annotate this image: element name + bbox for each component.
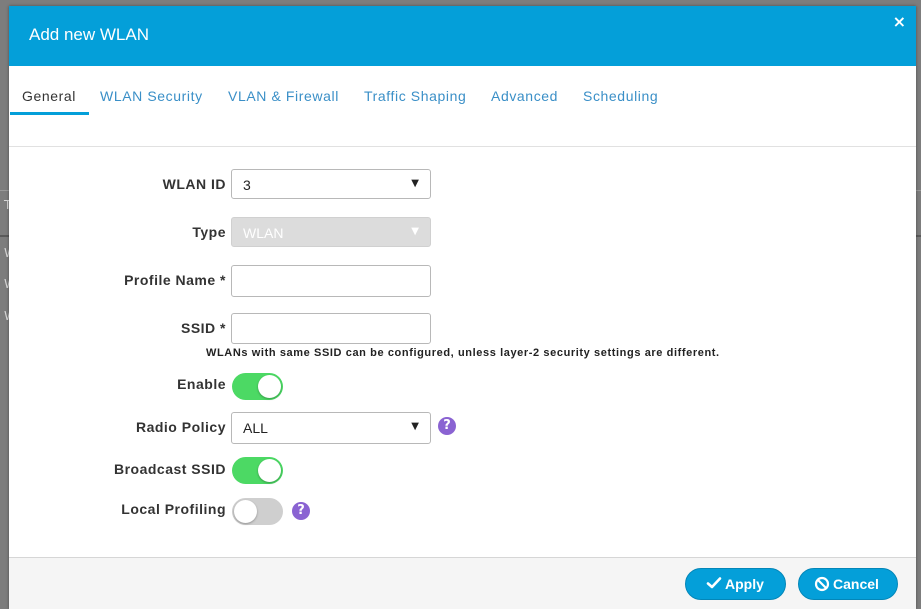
dialog-footer: Apply Cancel xyxy=(9,557,916,609)
local-profiling-help-icon[interactable]: ? xyxy=(292,502,310,520)
cancel-button[interactable]: Cancel xyxy=(798,568,898,600)
caret-down-icon: ▼ xyxy=(411,178,419,189)
broadcast-ssid-toggle[interactable] xyxy=(232,457,283,484)
profile-name-label: Profile Name * xyxy=(124,272,226,288)
caret-down-icon: ▼ xyxy=(411,421,419,432)
wlan-id-value: 3 xyxy=(243,177,251,193)
type-value: WLAN xyxy=(243,225,284,241)
wlan-id-select[interactable]: 3 ▼ xyxy=(231,169,431,199)
wlan-id-label: WLAN ID xyxy=(162,176,226,192)
profile-name-input[interactable] xyxy=(231,265,431,297)
radio-policy-help-icon[interactable]: ? xyxy=(438,417,456,435)
toggle-knob xyxy=(258,375,281,398)
cancel-button-label: Cancel xyxy=(833,576,879,592)
checkmark-icon xyxy=(706,575,722,594)
apply-button-label: Apply xyxy=(725,576,764,592)
local-profiling-toggle[interactable] xyxy=(232,498,283,525)
local-profiling-label: Local Profiling xyxy=(121,501,226,517)
toggle-knob xyxy=(234,500,257,523)
general-form: WLAN ID 3 ▼ Type WLAN ▼ Profile Name * S… xyxy=(9,6,916,609)
type-label: Type xyxy=(192,224,226,240)
ssid-label: SSID * xyxy=(180,320,226,336)
ban-icon xyxy=(814,576,830,595)
ssid-hint: WLANs with same SSID can be configured, … xyxy=(206,347,720,359)
ssid-input[interactable] xyxy=(231,313,431,344)
broadcast-ssid-label: Broadcast SSID xyxy=(113,461,226,477)
enable-label: Enable xyxy=(177,376,226,392)
radio-policy-select[interactable]: ALL ▼ xyxy=(231,412,431,444)
type-select: WLAN ▼ xyxy=(231,217,431,247)
apply-button[interactable]: Apply xyxy=(685,568,786,600)
toggle-knob xyxy=(258,459,281,482)
radio-policy-value: ALL xyxy=(243,420,268,436)
enable-toggle[interactable] xyxy=(232,373,283,400)
caret-down-icon: ▼ xyxy=(411,226,419,237)
add-wlan-dialog: Add new WLAN × General WLAN Security VLA… xyxy=(9,6,916,609)
radio-policy-label: Radio Policy xyxy=(135,419,226,435)
